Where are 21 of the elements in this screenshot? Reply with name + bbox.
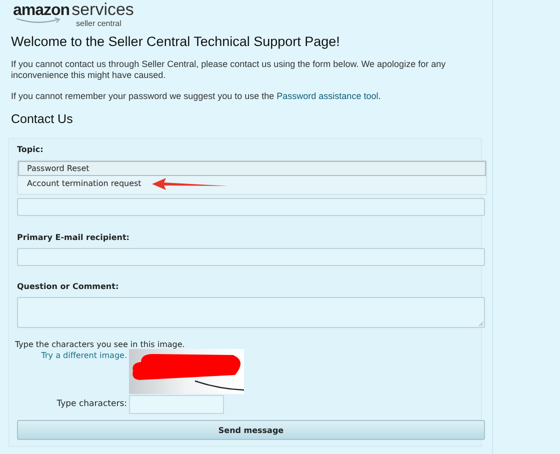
dropdown-option[interactable]: Password Reset — [18, 161, 486, 176]
paragraph-end: . — [378, 91, 381, 101]
topic-select[interactable] — [17, 198, 485, 216]
field-label: Question or Comment: — [17, 282, 120, 291]
input-field[interactable] — [17, 248, 485, 266]
send-message-button[interactable]: Send message — [17, 420, 485, 440]
resize-grip-icon[interactable] — [478, 321, 483, 326]
section-title: Contact Us — [11, 112, 74, 126]
paragraph: If you cannot contact us through Seller Central, please contact us using the form below. We apologize for any inconvenience this might have caused. — [11, 59, 447, 81]
captcha-input[interactable] — [129, 395, 224, 414]
password-assistance-link[interactable]: Password assistance tool — [276, 91, 378, 101]
page-heading: Welcome to the Seller Central Technical Support Page! — [11, 34, 341, 49]
text-area[interactable] — [17, 297, 485, 328]
field-label: Topic: — [17, 145, 44, 154]
field-label: Primary E-mail recipient: — [17, 233, 130, 242]
captcha-instruction: Type the characters you see in this image. — [15, 340, 186, 349]
field-label: Type characters: — [56, 399, 127, 409]
dropdown-option[interactable]: Account termination request — [18, 176, 150, 191]
try-different-image-link[interactable]: Try a different image. — [41, 351, 127, 360]
logo: amazonservices seller central — [13, 0, 135, 30]
paragraph: If you cannot remember your password we suggest you to use the — [11, 91, 274, 101]
